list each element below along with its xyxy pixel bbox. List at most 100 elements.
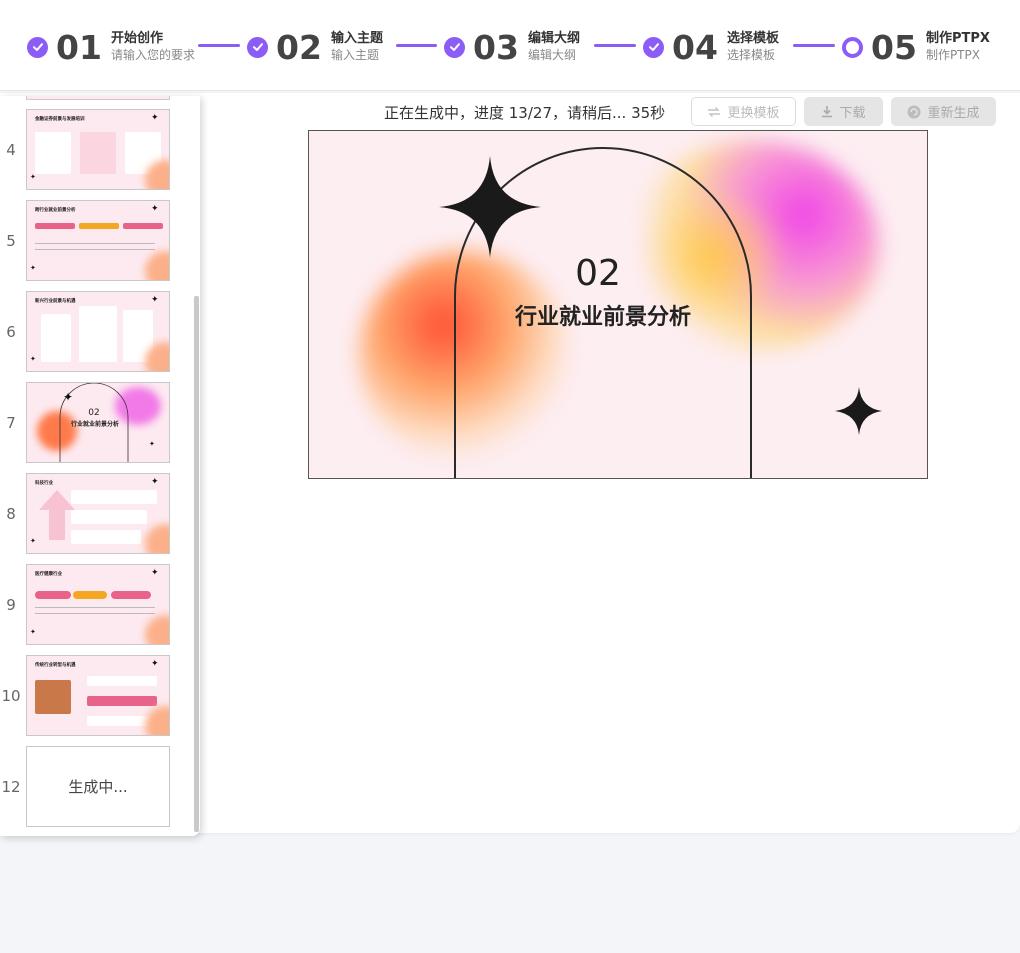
thumbnail-title: 跨行业就业前景分析 xyxy=(35,208,76,213)
stepper: 01 开始创作 请输入您的要求 02 输入主题 输入主题 03 编辑大纲 编辑大纲 0… xyxy=(0,0,1020,91)
thumbnail-item[interactable]: 10 传统行业转型与机遇 ✦ xyxy=(0,655,190,737)
step-title: 选择模板 xyxy=(726,31,779,47)
thumb-line xyxy=(35,249,155,250)
step-connector xyxy=(793,44,835,47)
thumbnail-item[interactable]: 5 跨行业就业前景分析 ✦ ✦ xyxy=(0,200,190,282)
generating-label: 生成中... xyxy=(68,778,128,796)
thumbnail-number: 8 xyxy=(6,505,16,523)
slide-preview[interactable]: 02 行业就业前景分析 xyxy=(308,130,928,479)
download-button[interactable]: 下载 xyxy=(804,97,883,126)
slide-thumbnail[interactable]: 新兴行业前景与机遇 ✦ ✦ xyxy=(26,291,170,372)
step-number: 01 xyxy=(56,27,102,67)
thumbnail-section: 02 xyxy=(88,408,100,418)
step-subtitle: 编辑大纲 xyxy=(527,47,576,62)
thumb-blob xyxy=(145,524,169,553)
thumbnail-title: 医疗健康行业 xyxy=(35,572,62,577)
thumb-bar xyxy=(35,223,75,229)
thumb-card xyxy=(35,132,71,174)
thumbnail-title: 新兴行业前景与机遇 xyxy=(35,299,76,304)
step-4[interactable]: 04 选择模板 选择模板 xyxy=(643,27,779,67)
step-5[interactable]: 05 制作PTPX 制作PTPX xyxy=(842,27,990,67)
change-template-label: 更换模板 xyxy=(727,106,780,121)
change-template-button[interactable]: 更换模板 xyxy=(691,97,796,126)
thumbnail-title: 金融证券前景与发展培训 xyxy=(35,117,85,122)
thumbnail-item[interactable]: 12 生成中... xyxy=(0,746,190,828)
thumb-bar xyxy=(73,591,107,599)
step-title: 制作PTPX xyxy=(925,31,990,47)
slide-section-number: 02 xyxy=(575,253,621,294)
slide-title: 行业就业前景分析 xyxy=(514,305,691,330)
thumbnail-item[interactable]: 6 新兴行业前景与机遇 ✦ ✦ xyxy=(0,291,190,373)
step-title: 编辑大纲 xyxy=(527,31,580,47)
thumb-line xyxy=(35,243,155,244)
thumb-card xyxy=(71,510,147,524)
sparkle-icon: ✦ xyxy=(30,355,36,363)
thumbnail-item[interactable]: 8 科技行业 ✦ ✦ xyxy=(0,473,190,555)
sparkle-icon: ✦ xyxy=(151,295,159,305)
sparkle-icon: ✦ xyxy=(30,264,36,272)
step-title: 输入主题 xyxy=(330,31,383,47)
thumb-bar xyxy=(123,223,163,229)
sparkle-icon: ✦ xyxy=(151,204,159,214)
slide-thumbnail-generating: 生成中... xyxy=(26,746,170,827)
step-number: 04 xyxy=(672,27,718,67)
thumbnail-item[interactable]: 4 金融证券前景与发展培训 ✦ ✦ xyxy=(0,109,190,191)
sparkle-icon: ✦ xyxy=(151,477,159,487)
sparkle-icon xyxy=(439,156,541,258)
slide-thumbnail[interactable]: 跨行业就业前景分析 ✦ ✦ xyxy=(26,200,170,281)
thumb-card xyxy=(80,132,116,174)
thumbnail-item[interactable]: 9 医疗健康行业 ✦ ✦ xyxy=(0,564,190,646)
slide-thumbnail[interactable]: ✦ 02 行业就业前景分析 ✦ xyxy=(26,382,170,463)
download-label: 下载 xyxy=(839,106,866,121)
step-connector xyxy=(198,44,240,47)
thumbnail-number: 12 xyxy=(1,778,21,796)
sparkle-icon: ✦ xyxy=(30,628,36,636)
current-step-icon xyxy=(842,36,863,58)
step-subtitle: 输入主题 xyxy=(330,47,379,62)
thumb-card xyxy=(87,676,157,686)
regenerate-label: 重新生成 xyxy=(927,106,980,121)
thumb-card xyxy=(41,314,71,362)
regenerate-button[interactable]: 重新生成 xyxy=(891,97,996,126)
thumbnail-number: 6 xyxy=(6,323,16,341)
thumbnail-title: 传统行业转型与机遇 xyxy=(35,663,76,668)
slide-thumbnail[interactable]: 医疗健康行业 ✦ ✦ xyxy=(26,564,170,645)
thumbnail-number: 7 xyxy=(6,414,16,432)
step-1[interactable]: 01 开始创作 请输入您的要求 xyxy=(27,27,195,67)
sparkle-icon: ✦ xyxy=(151,659,159,669)
thumbnail-number: 4 xyxy=(6,141,16,159)
thumbnail-number: 10 xyxy=(1,687,21,705)
slide-thumbnail[interactable]: 金融证券前景与发展培训 ✦ ✦ xyxy=(26,109,170,190)
thumb-bar xyxy=(111,591,151,599)
thumb-line xyxy=(35,613,155,614)
step-3[interactable]: 03 编辑大纲 编辑大纲 xyxy=(444,27,580,67)
thumbnail-item[interactable]: 7 ✦ 02 行业就业前景分析 ✦ xyxy=(0,382,190,464)
thumb-blob xyxy=(145,706,169,735)
thumbnail-title: 科技行业 xyxy=(35,481,53,486)
thumb-blob xyxy=(145,615,169,644)
step-connector xyxy=(396,44,437,47)
check-icon xyxy=(444,36,465,58)
slide-thumbnail[interactable]: 传统行业转型与机遇 ✦ xyxy=(26,655,170,736)
thumbnail-partial xyxy=(26,96,170,100)
step-number: 05 xyxy=(871,27,917,67)
thumb-card xyxy=(71,490,157,504)
download-icon xyxy=(822,106,833,118)
thumbnail-number: 9 xyxy=(6,596,16,614)
thumb-bar xyxy=(35,591,71,599)
step-number: 02 xyxy=(276,27,322,67)
step-subtitle: 选择模板 xyxy=(726,47,775,62)
step-connector xyxy=(594,44,636,47)
sparkle-icon: ✦ xyxy=(30,537,36,545)
thumb-bar xyxy=(87,696,157,706)
step-2[interactable]: 02 输入主题 输入主题 xyxy=(247,27,383,67)
swap-icon xyxy=(708,106,721,117)
progress-status: 正在生成中，进度 13/27，请稍后... 35秒 xyxy=(384,104,666,122)
check-icon xyxy=(27,36,48,58)
thumb-card xyxy=(71,530,141,544)
thumbnail-number: 5 xyxy=(6,232,16,250)
thumbnail-panel[interactable]: 4 金融证券前景与发展培训 ✦ ✦ 5 跨行业就业前景分析 ✦ ✦ 6 新兴行业… xyxy=(0,96,200,836)
check-icon xyxy=(247,36,268,58)
thumbnail-scrollbar[interactable] xyxy=(194,296,199,832)
slide-thumbnail[interactable]: 科技行业 ✦ ✦ xyxy=(26,473,170,554)
